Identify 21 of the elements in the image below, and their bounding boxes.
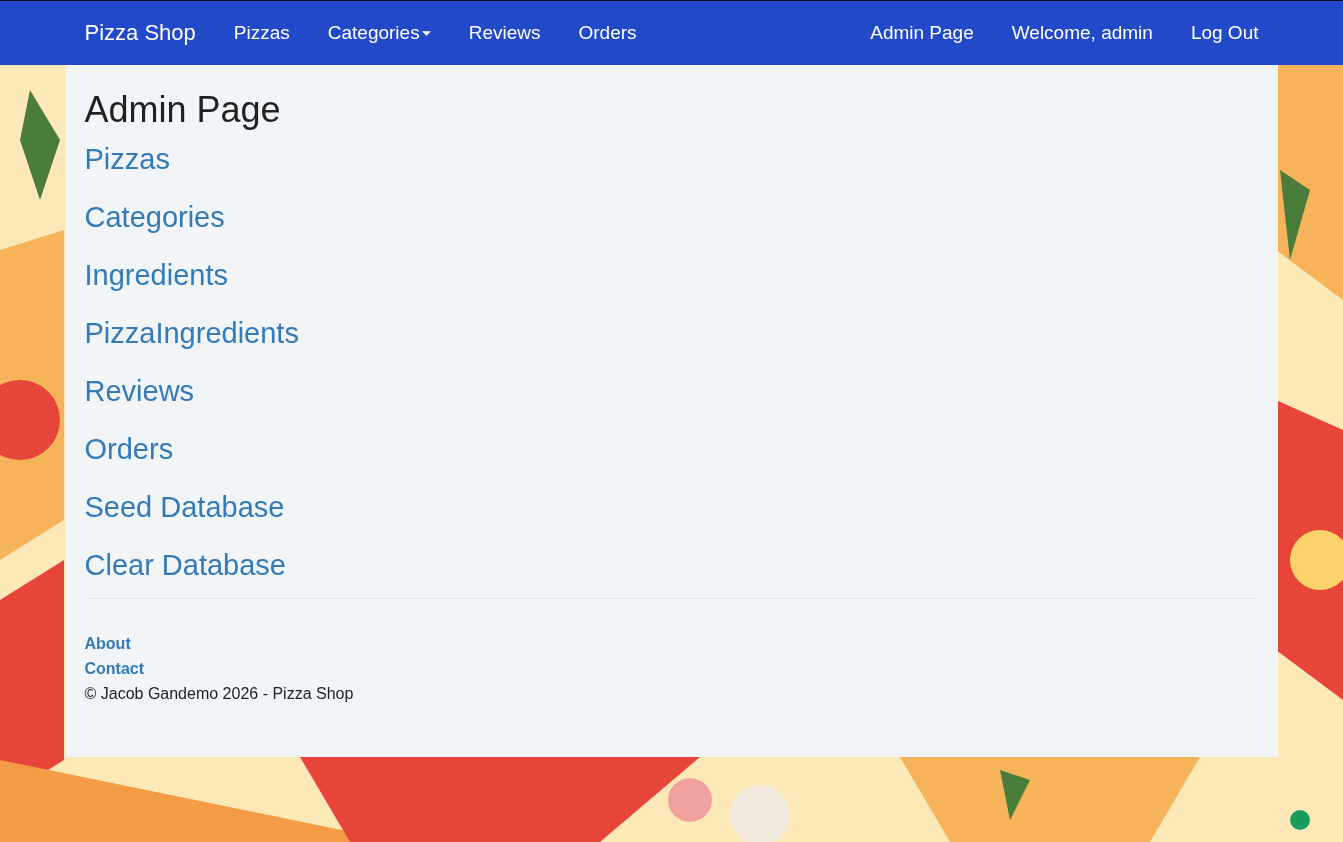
- nav-link[interactable]: Pizzas: [214, 22, 309, 44]
- nav-dropdown[interactable]: Categories: [308, 22, 450, 44]
- copyright-text: © Jacob Gandemo 2026 - Pizza Shop: [84, 684, 354, 704]
- admin-link[interactable]: Orders: [84, 433, 174, 466]
- admin-link[interactable]: Categories: [84, 201, 225, 234]
- admin-link[interactable]: Ingredients: [84, 259, 228, 292]
- admin-link[interactable]: Pizzas: [84, 143, 170, 176]
- admin-link[interactable]: Seed Database: [84, 491, 285, 524]
- nav-link[interactable]: Reviews: [449, 22, 560, 44]
- admin-link[interactable]: Reviews: [84, 375, 195, 408]
- nav-link[interactable]: Log Out: [1171, 22, 1278, 44]
- page-title: Admin Page: [84, 89, 281, 131]
- footer-link[interactable]: About: [84, 631, 131, 656]
- admin-link[interactable]: Clear Database: [84, 549, 286, 582]
- admin-link[interactable]: PizzaIngredients: [84, 317, 299, 350]
- footer-link[interactable]: Contact: [84, 656, 145, 681]
- caret-icon: [421, 30, 431, 36]
- nav-link[interactable]: Admin Page: [851, 22, 993, 44]
- brand-link[interactable]: Pizza Shop: [65, 20, 215, 46]
- nav-link[interactable]: Welcome, admin: [992, 22, 1172, 44]
- nav-link[interactable]: Orders: [559, 22, 656, 44]
